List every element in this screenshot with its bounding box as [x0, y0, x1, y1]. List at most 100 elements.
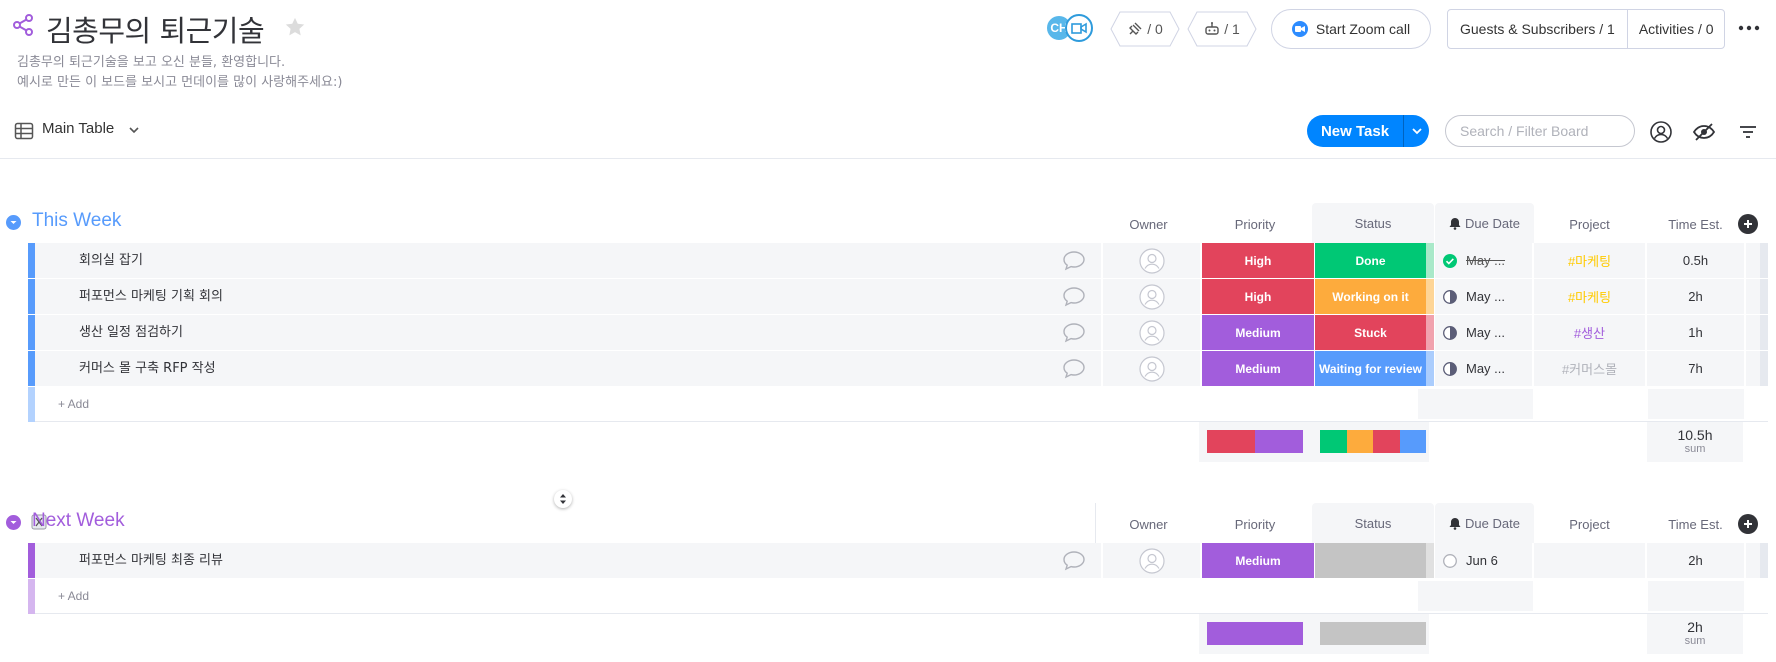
column-header-time-est[interactable]: Time Est. — [1647, 214, 1744, 234]
new-task-button[interactable]: New Task — [1307, 115, 1429, 147]
status-summary-segment-stuck — [1373, 430, 1400, 453]
column-header-owner[interactable]: Owner — [1100, 214, 1197, 234]
status-summary-bar[interactable] — [1320, 430, 1426, 453]
new-task-dropdown[interactable] — [1404, 125, 1429, 137]
priority-summary-bar[interactable] — [1207, 430, 1303, 453]
table-row[interactable]: 퍼포먼스 마케팅 최종 리뷰 Medium Jun 6 2h — [28, 543, 1768, 578]
activities-button[interactable]: Activities / 0 — [1628, 10, 1725, 48]
board-members[interactable]: CH — [1045, 14, 1097, 44]
project-tag[interactable]: #생산 — [1534, 315, 1645, 350]
item-name-cell[interactable]: 회의실 잡기 — [35, 243, 1101, 278]
owner-cell[interactable] — [1103, 543, 1200, 578]
board-title[interactable]: 김총무의 퇴근기술 — [46, 8, 265, 50]
column-header-priority[interactable]: Priority — [1205, 514, 1305, 534]
search-filter-input[interactable] — [1445, 115, 1635, 147]
owner-cell[interactable] — [1103, 351, 1200, 386]
priority-cell[interactable]: Medium — [1202, 315, 1314, 350]
due-date-cell[interactable]: May ... — [1435, 243, 1532, 278]
add-column-icon[interactable] — [1738, 214, 1758, 234]
due-date-cell[interactable]: Jun 6 — [1435, 543, 1532, 578]
add-item-row[interactable]: + Add — [28, 387, 1768, 422]
integrations-button[interactable]: / 0 — [1110, 11, 1180, 47]
invite-avatar[interactable] — [1065, 14, 1093, 42]
comment-icon[interactable] — [1062, 286, 1086, 308]
time-est-cell[interactable]: 7h — [1647, 351, 1744, 386]
due-date-cell[interactable]: May ... — [1435, 351, 1532, 386]
column-header-owner[interactable]: Owner — [1100, 514, 1197, 534]
board-description[interactable]: 김총무의 퇴근기술을 보고 오신 분들, 환영합니다. 예시로 만든 이 보드를… — [17, 53, 342, 93]
automations-button[interactable]: / 1 — [1187, 11, 1257, 47]
guests-subscribers-button[interactable]: Guests & Subscribers / 1 — [1448, 10, 1628, 48]
status-summary-bar[interactable] — [1320, 622, 1426, 645]
status-summary-segment-working — [1346, 430, 1373, 453]
time-est-cell[interactable]: 2h — [1647, 279, 1744, 314]
add-item-label[interactable]: + Add — [58, 387, 89, 422]
owner-cell[interactable] — [1103, 243, 1200, 278]
comment-icon[interactable] — [1062, 322, 1086, 344]
priority-cell[interactable]: High — [1202, 243, 1314, 278]
column-header-project[interactable]: Project — [1534, 214, 1645, 234]
item-name[interactable]: 생산 일정 점검하기 — [79, 315, 183, 350]
time-est-cell[interactable]: 0.5h — [1647, 243, 1744, 278]
item-name[interactable]: 커머스 몰 구축 RFP 작성 — [79, 351, 216, 386]
due-date-cell[interactable]: May ... — [1435, 279, 1532, 314]
priority-summary-bar[interactable] — [1207, 622, 1303, 645]
column-header-priority[interactable]: Priority — [1205, 214, 1305, 234]
hide-columns-icon[interactable] — [1692, 120, 1716, 144]
project-tag[interactable] — [1534, 543, 1645, 578]
start-zoom-call-button[interactable]: Start Zoom call — [1271, 9, 1431, 49]
column-header-status[interactable]: Status — [1312, 203, 1434, 243]
table-row[interactable]: 회의실 잡기 High Done May ... #마케팅 0.5h — [28, 243, 1768, 278]
project-tag[interactable]: #마케팅 — [1534, 243, 1645, 278]
time-est-cell[interactable]: 2h — [1647, 543, 1744, 578]
status-cell[interactable]: Waiting for review — [1315, 351, 1434, 386]
filter-icon[interactable] — [1737, 121, 1759, 143]
project-tag[interactable]: #마케팅 — [1534, 279, 1645, 314]
share-icon[interactable] — [12, 14, 34, 36]
add-item-label[interactable]: + Add — [58, 579, 89, 614]
add-item-row[interactable]: + Add — [28, 579, 1768, 614]
time-est-cell[interactable]: 1h — [1647, 315, 1744, 350]
status-cell[interactable] — [1315, 543, 1434, 578]
table-row[interactable]: 커머스 몰 구축 RFP 작성 Medium Waiting for revie… — [28, 351, 1768, 386]
priority-cell[interactable]: Medium — [1202, 543, 1314, 578]
comment-icon[interactable] — [1062, 550, 1086, 572]
priority-cell[interactable]: High — [1202, 279, 1314, 314]
item-name-cell[interactable]: 퍼포먼스 마케팅 최종 리뷰 — [35, 543, 1101, 578]
table-row[interactable]: 퍼포먼스 마케팅 기획 회의 High Working on it May ..… — [28, 279, 1768, 314]
status-cell[interactable]: Stuck — [1315, 315, 1434, 350]
more-options-icon[interactable] — [1736, 16, 1762, 40]
table-row[interactable]: 생산 일정 점검하기 Medium Stuck May ... #생산 1h — [28, 315, 1768, 350]
priority-cell[interactable]: Medium — [1202, 351, 1314, 386]
due-date-cell[interactable]: May ... — [1435, 315, 1532, 350]
column-header-project[interactable]: Project — [1534, 514, 1645, 534]
star-icon[interactable] — [284, 16, 306, 38]
group-collapse-toggle[interactable] — [6, 215, 21, 230]
owner-cell[interactable] — [1103, 315, 1200, 350]
person-filter-icon[interactable] — [1649, 120, 1673, 144]
group-title[interactable]: Next Week — [32, 510, 125, 532]
column-header-time-est[interactable]: Time Est. — [1647, 514, 1744, 534]
project-tag[interactable]: #커머스몰 — [1534, 351, 1645, 386]
column-header-status[interactable]: Status — [1312, 503, 1434, 543]
item-name[interactable]: 퍼포먼스 마케팅 기획 회의 — [79, 279, 223, 314]
owner-cell[interactable] — [1103, 279, 1200, 314]
item-name[interactable]: 퍼포먼스 마케팅 최종 리뷰 — [79, 543, 223, 578]
view-selector[interactable]: Main Table — [42, 120, 114, 137]
column-resize-handle[interactable] — [554, 490, 572, 508]
comment-icon[interactable] — [1062, 358, 1086, 380]
item-name-cell[interactable]: 생산 일정 점검하기 — [35, 315, 1101, 350]
item-name-cell[interactable]: 커머스 몰 구축 RFP 작성 — [35, 351, 1101, 386]
new-task-label[interactable]: New Task — [1307, 123, 1403, 140]
item-name[interactable]: 회의실 잡기 — [79, 243, 143, 278]
item-name-cell[interactable]: 퍼포먼스 마케팅 기획 회의 — [35, 279, 1101, 314]
status-cell[interactable]: Working on it — [1315, 279, 1434, 314]
status-cell[interactable]: Done — [1315, 243, 1434, 278]
column-header-due-date[interactable]: Due Date — [1435, 503, 1534, 543]
add-column-icon[interactable] — [1738, 514, 1758, 534]
group-collapse-toggle[interactable] — [6, 515, 21, 530]
group-title[interactable]: This Week — [32, 210, 121, 232]
chevron-down-icon[interactable] — [127, 123, 141, 137]
column-header-due-date[interactable]: Due Date — [1435, 203, 1534, 243]
comment-icon[interactable] — [1062, 250, 1086, 272]
